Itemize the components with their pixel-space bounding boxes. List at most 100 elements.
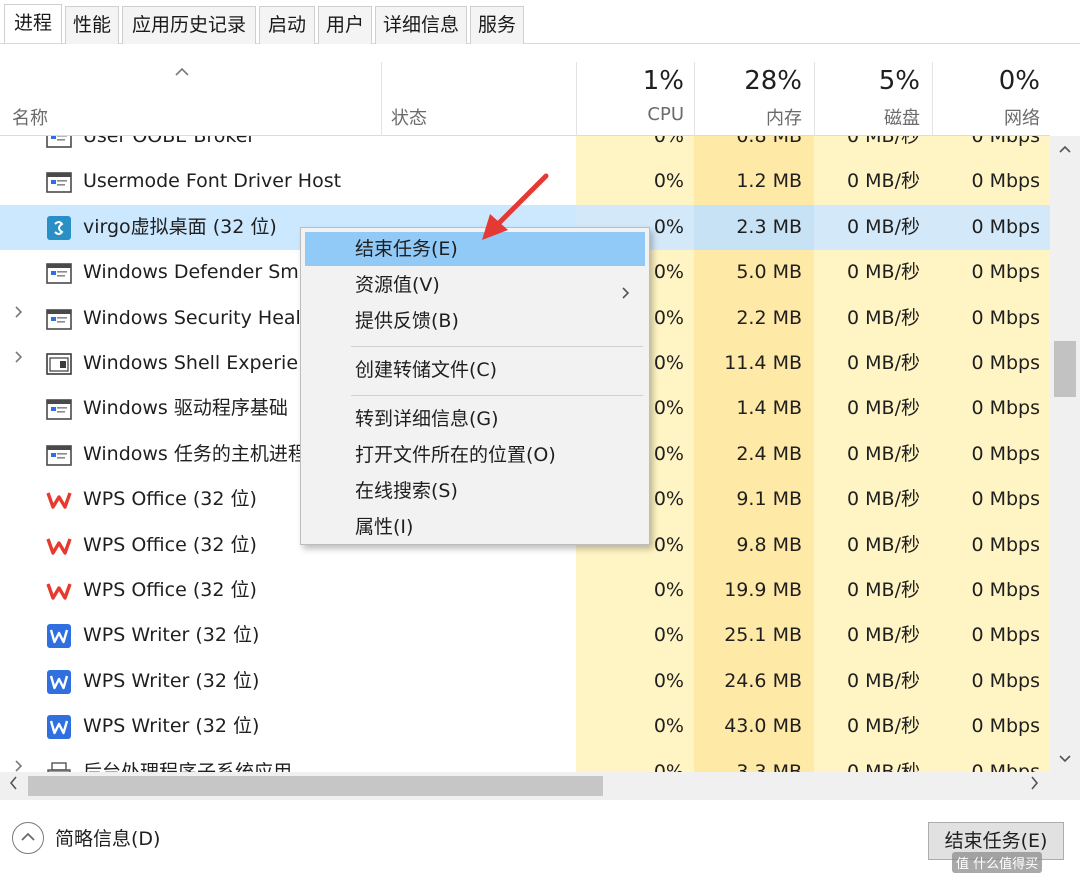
menu-separator — [351, 395, 643, 396]
memory-value: 3.3 MB — [736, 760, 802, 772]
disk-value: 0 MB/秒 — [847, 533, 920, 556]
horizontal-scroll-thumb[interactable] — [28, 776, 603, 796]
table-row[interactable]: WPS Writer (32 位) 0% 43.0 MB 0 MB/秒 0 Mbps — [0, 704, 1050, 750]
horizontal-scrollbar[interactable] — [0, 772, 1050, 800]
disk-value: 0 MB/秒 — [847, 306, 920, 329]
network-value: 0 Mbps — [971, 579, 1040, 601]
disk-value: 0 MB/秒 — [847, 624, 920, 647]
network-total-percent: 0% — [998, 66, 1040, 96]
memory-value: 5.0 MB — [736, 261, 802, 284]
expand-chevron-icon[interactable] — [14, 758, 24, 772]
service-window-icon — [46, 307, 72, 331]
context-menu-item[interactable]: 打开文件所在的位置(O) — [305, 438, 645, 472]
tab-3[interactable]: 启动 — [259, 6, 315, 44]
table-row[interactable]: WPS Writer (32 位) 0% 25.1 MB 0 MB/秒 0 Mbps — [0, 613, 1050, 659]
context-menu-item[interactable]: 属性(I) — [305, 510, 645, 544]
memory-value: 2.3 MB — [736, 215, 802, 238]
vertical-scrollbar[interactable] — [1050, 136, 1080, 772]
collapse-chevron-icon[interactable] — [12, 822, 44, 854]
tab-0[interactable]: 进程 — [4, 4, 62, 43]
column-header: 名称 状态 1% CPU 28% 内存 5% 磁盘 0% 网络 — [0, 62, 1050, 136]
disk-value: 0 MB/秒 — [847, 488, 920, 511]
context-menu-item[interactable]: 资源值(V) — [305, 268, 645, 302]
context-menu-item[interactable]: 创建转储文件(C) — [305, 353, 645, 387]
printer-icon — [46, 761, 72, 772]
disk-value: 0 MB/秒 — [847, 715, 920, 738]
column-header-disk[interactable]: 5% 磁盘 — [814, 62, 932, 136]
context-menu-item[interactable]: 提供反馈(B) — [305, 304, 645, 338]
memory-value: 24.6 MB — [724, 669, 802, 692]
wps-office-icon — [46, 579, 72, 603]
disk-total-percent: 5% — [878, 66, 920, 96]
tab-2[interactable]: 应用历史记录 — [122, 6, 256, 44]
network-value: 0 Mbps — [971, 397, 1040, 420]
process-name: Usermode Font Driver Host — [83, 170, 342, 193]
table-row[interactable]: User OOBE Broker 0% 0.8 MB 0 MB/秒 0 Mbps — [0, 136, 1050, 160]
context-menu-item[interactable]: 在线搜索(S) — [305, 474, 645, 508]
disk-value: 0 MB/秒 — [847, 261, 920, 284]
column-divider[interactable] — [381, 62, 382, 136]
process-name: Windows 任务的主机进程 — [83, 442, 307, 465]
column-header-network[interactable]: 0% 网络 — [932, 62, 1050, 136]
memory-total-percent: 28% — [744, 66, 802, 96]
cpu-value: 0% — [653, 760, 684, 772]
network-value: 0 Mbps — [971, 306, 1040, 329]
scroll-left-icon[interactable] — [8, 775, 18, 795]
column-header-status[interactable]: 状态 — [391, 104, 427, 130]
scroll-up-icon[interactable] — [1058, 142, 1072, 158]
network-value: 0 Mbps — [971, 760, 1040, 772]
process-name: virgo虚拟桌面 (32 位) — [83, 215, 277, 238]
sort-ascending-caret-icon[interactable] — [175, 62, 189, 81]
memory-value: 43.0 MB — [724, 715, 802, 738]
shell-window-icon — [46, 352, 72, 376]
network-value: 0 Mbps — [971, 215, 1040, 238]
wps-office-icon — [46, 534, 72, 558]
tab-6[interactable]: 服务 — [470, 6, 524, 44]
table-row[interactable]: WPS Writer (32 位) 0% 24.6 MB 0 MB/秒 0 Mbps — [0, 658, 1050, 705]
memory-value: 2.2 MB — [736, 306, 802, 329]
table-row[interactable]: 后台处理程序子系统应用 0% 3.3 MB 0 MB/秒 0 Mbps — [0, 749, 1050, 772]
memory-value: 1.4 MB — [736, 397, 802, 420]
watermark: 值 什么值得买 — [952, 852, 1043, 873]
process-name: Windows Security Heal — [83, 306, 301, 329]
context-menu-item-label: 属性(I) — [355, 516, 414, 538]
column-header-name[interactable]: 名称 — [12, 104, 48, 130]
tab-1[interactable]: 性能 — [65, 6, 119, 44]
tab-5[interactable]: 详细信息 — [375, 6, 467, 44]
context-menu-item-label: 提供反馈(B) — [355, 310, 459, 332]
memory-value: 9.1 MB — [736, 488, 802, 511]
expand-chevron-icon[interactable] — [14, 304, 24, 325]
cpu-total-percent: 1% — [642, 66, 684, 96]
cpu-value: 0% — [653, 624, 684, 647]
wps-writer-icon — [46, 624, 72, 649]
process-name: WPS Writer (32 位) — [83, 669, 260, 692]
context-menu: 结束任务(E) 资源值(V) 提供反馈(B) 创建转储文件(C) 转到详细信息(G) 打开… — [300, 227, 650, 545]
cpu-value: 0% — [653, 579, 684, 601]
disk-value: 0 MB/秒 — [847, 760, 920, 772]
scroll-down-icon[interactable] — [1058, 752, 1072, 768]
tab-4[interactable]: 用户 — [318, 6, 372, 44]
scroll-right-icon[interactable] — [1030, 775, 1040, 795]
column-header-cpu[interactable]: 1% CPU — [576, 62, 694, 136]
virgo-app-icon — [46, 215, 72, 240]
column-header-memory[interactable]: 28% 内存 — [694, 62, 814, 136]
service-window-icon — [46, 170, 72, 194]
process-name: WPS Office (32 位) — [83, 488, 257, 511]
memory-value: 19.9 MB — [724, 579, 802, 601]
expand-chevron-icon[interactable] — [14, 349, 24, 370]
memory-value: 11.4 MB — [724, 352, 802, 374]
process-name: User OOBE Broker — [83, 136, 256, 147]
context-menu-item[interactable]: 转到详细信息(G) — [305, 402, 645, 436]
network-value: 0 Mbps — [971, 170, 1040, 193]
vertical-scroll-thumb[interactable] — [1054, 341, 1076, 397]
footer-bar: 简略信息(D) 结束任务(E) 值 什么值得买 — [0, 800, 1080, 879]
process-name: Windows Shell Experie — [83, 352, 299, 374]
disk-value: 0 MB/秒 — [847, 215, 920, 238]
network-value: 0 Mbps — [971, 715, 1040, 738]
process-name: WPS Office (32 位) — [83, 579, 257, 601]
context-menu-item-label: 转到详细信息(G) — [355, 408, 499, 430]
disk-value: 0 MB/秒 — [847, 170, 920, 193]
fewer-details-link[interactable]: 简略信息(D) — [55, 824, 160, 851]
wps-writer-icon — [46, 715, 72, 740]
table-row[interactable]: WPS Office (32 位) 0% 19.9 MB 0 MB/秒 0 Mbps — [0, 568, 1050, 614]
